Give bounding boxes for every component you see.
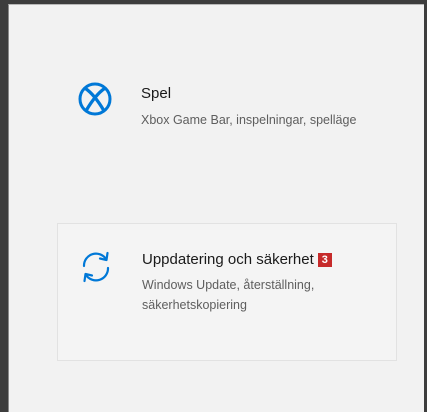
tile-description: Xbox Game Bar, inspelningar, spelläge	[141, 113, 357, 127]
notification-badge: 3	[317, 253, 332, 267]
sync-arrows-icon	[78, 249, 114, 285]
xbox-icon	[77, 81, 113, 117]
tile-title: Spel	[141, 85, 172, 102]
tile-title: Uppdatering och säkerhet 3	[142, 251, 332, 268]
settings-tile-update-security[interactable]: Uppdatering och säkerhet 3 Windows Update…	[57, 223, 397, 361]
settings-panel: Spel Xbox Game Bar, inspelningar, spellä…	[8, 4, 424, 412]
settings-tile-games[interactable]: Spel Xbox Game Bar, inspelningar, spellä…	[57, 65, 397, 185]
tile-description: Windows Update, återställning, säkerhets…	[142, 278, 315, 312]
tile-title-text: Uppdatering och säkerhet	[142, 251, 314, 268]
